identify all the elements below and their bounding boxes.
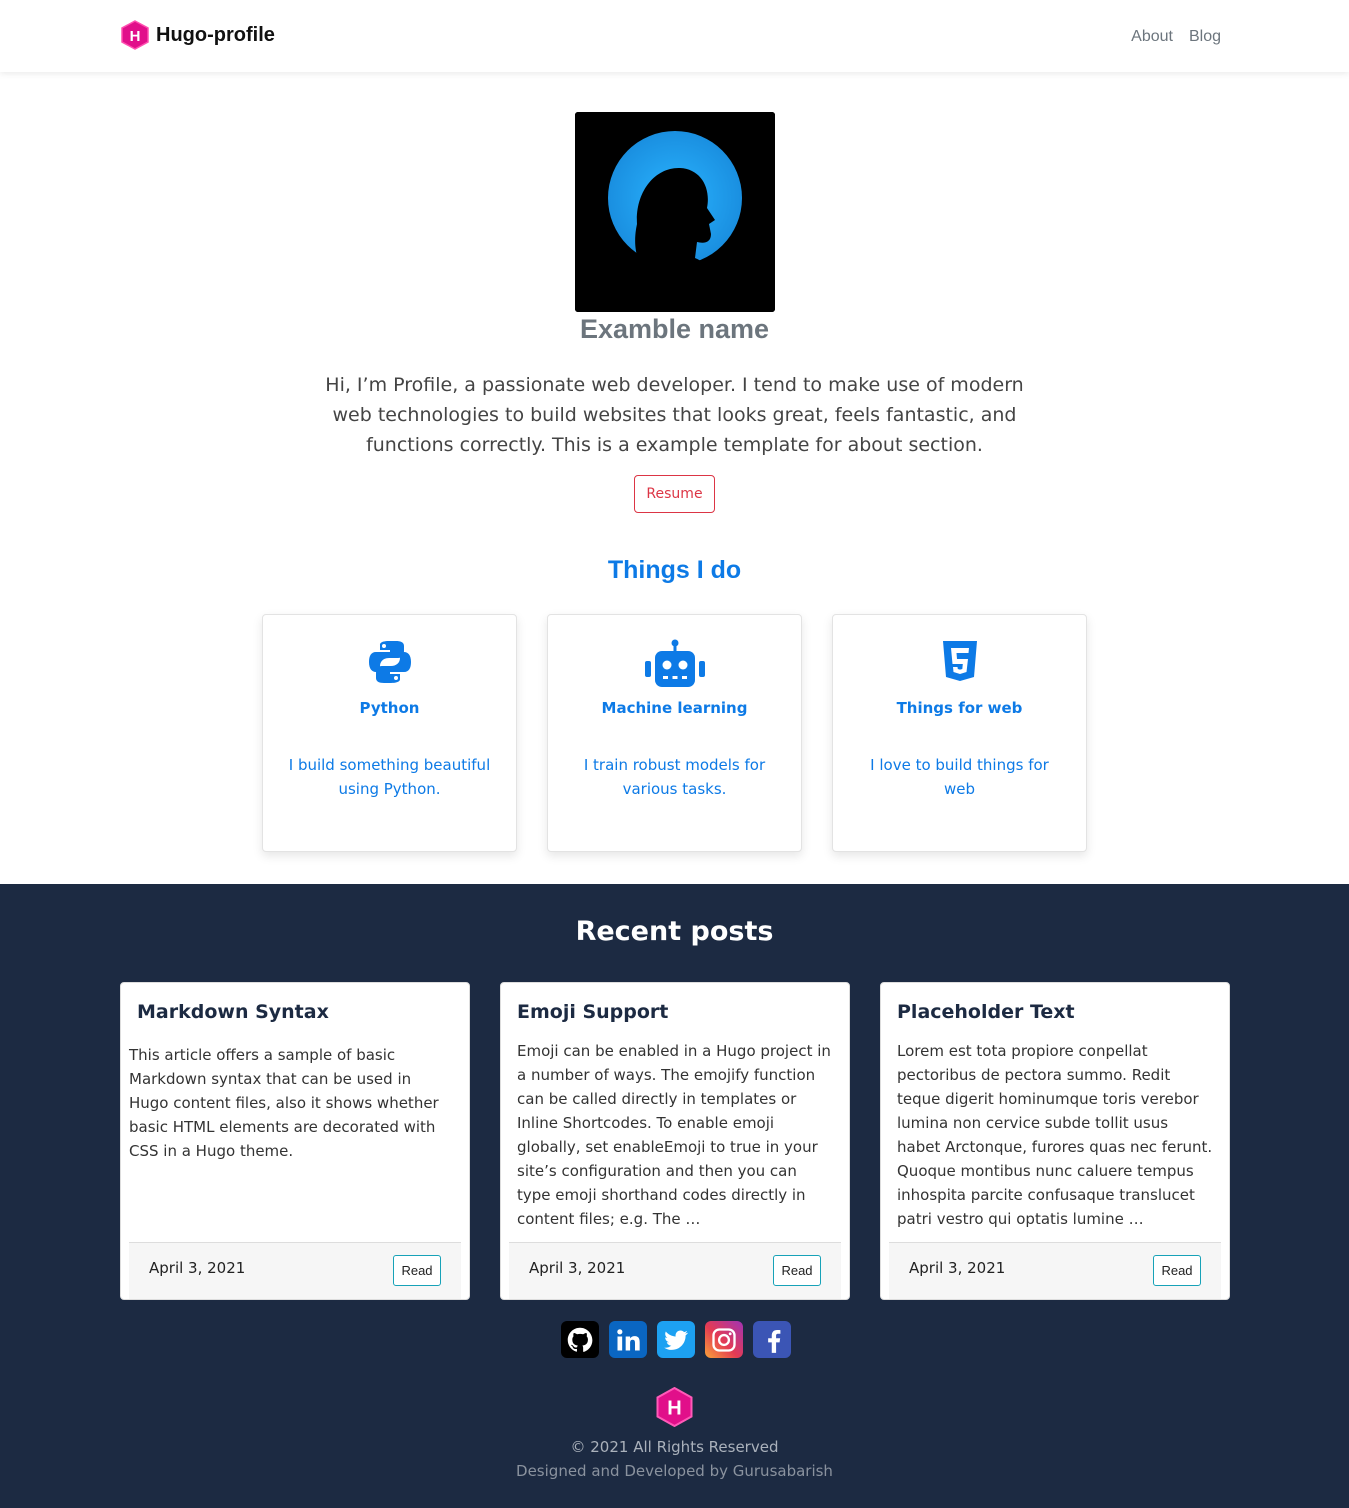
thing-title: Machine learning <box>601 699 748 717</box>
post-date: April 3, 2021 <box>149 1259 246 1277</box>
nav-blog[interactable]: Blog <box>1189 28 1221 46</box>
thing-title: Python <box>359 699 420 717</box>
things-title: Things I do <box>607 556 742 584</box>
post-date: April 3, 2021 <box>909 1259 1006 1277</box>
github-icon[interactable] <box>561 1321 599 1358</box>
hugo-logo-icon: H <box>121 20 149 50</box>
post-excerpt: Emoji can be enabled in a Hugo project i… <box>517 1042 831 1228</box>
thing-card-web: Things for web I love to build things fo… <box>832 614 1087 852</box>
post-footer: April 3, 2021 Read <box>509 1242 841 1299</box>
nav-links: About Blog <box>1131 28 1221 46</box>
post-title[interactable]: Placeholder Text <box>897 1001 1075 1023</box>
linkedin-icon[interactable] <box>609 1321 647 1358</box>
post-card: Placeholder Text Lorem est tota propiore… <box>880 982 1230 1300</box>
facebook-icon[interactable] <box>753 1321 791 1358</box>
profile-bio: Hi, I’m Profile, a passionate web develo… <box>325 374 1024 456</box>
thing-desc: I train robust models for various tasks. <box>583 756 766 798</box>
post-excerpt: This article offers a sample of basic Ma… <box>129 1046 439 1160</box>
svg-text:H: H <box>130 28 141 45</box>
thing-card-python: Python I build something beautiful using… <box>262 614 517 852</box>
svg-text:H: H <box>667 1398 681 1420</box>
html5-icon <box>942 641 977 681</box>
post-footer: April 3, 2021 Read <box>129 1242 461 1299</box>
designed-by-text: Designed and Developed by Gurusabarish <box>516 1462 833 1480</box>
post-title[interactable]: Markdown Syntax <box>137 1001 329 1023</box>
nav-about[interactable]: About <box>1131 28 1173 46</box>
social-links <box>561 1321 791 1358</box>
twitter-icon[interactable] <box>657 1321 695 1358</box>
silhouette-image <box>575 112 775 312</box>
instagram-icon[interactable] <box>705 1321 743 1358</box>
profile-avatar <box>575 112 775 312</box>
copyright-text: © 2021 All Rights Reserved <box>570 1438 779 1456</box>
thing-title: Things for web <box>896 699 1023 717</box>
posts-title: Recent posts <box>575 916 774 947</box>
thing-desc: I love to build things for web <box>870 756 1049 798</box>
brand-name: Hugo-profile <box>156 23 275 46</box>
navbar: H Hugo-profile About Blog <box>0 0 1349 72</box>
read-button[interactable]: Read <box>773 1255 821 1286</box>
post-excerpt: Lorem est tota propiore conpellat pector… <box>897 1042 1213 1228</box>
read-button[interactable]: Read <box>1153 1255 1201 1286</box>
profile-name: Examble name <box>579 314 770 344</box>
thing-desc: I build something beautiful using Python… <box>288 756 491 798</box>
post-date: April 3, 2021 <box>529 1259 626 1277</box>
resume-button[interactable]: Resume <box>634 475 715 513</box>
post-title[interactable]: Emoji Support <box>517 1001 668 1023</box>
post-footer: April 3, 2021 Read <box>889 1242 1221 1299</box>
robot-icon <box>644 639 705 687</box>
read-button[interactable]: Read <box>393 1255 441 1286</box>
thing-card-ml: Machine learning I train robust models f… <box>547 614 802 852</box>
python-icon <box>368 641 411 683</box>
post-card: Markdown Syntax This article offers a sa… <box>120 982 470 1300</box>
post-card: Emoji Support Emoji can be enabled in a … <box>500 982 850 1300</box>
brand-link[interactable]: H Hugo-profile <box>121 20 275 50</box>
hugo-logo-icon: H <box>656 1387 693 1427</box>
